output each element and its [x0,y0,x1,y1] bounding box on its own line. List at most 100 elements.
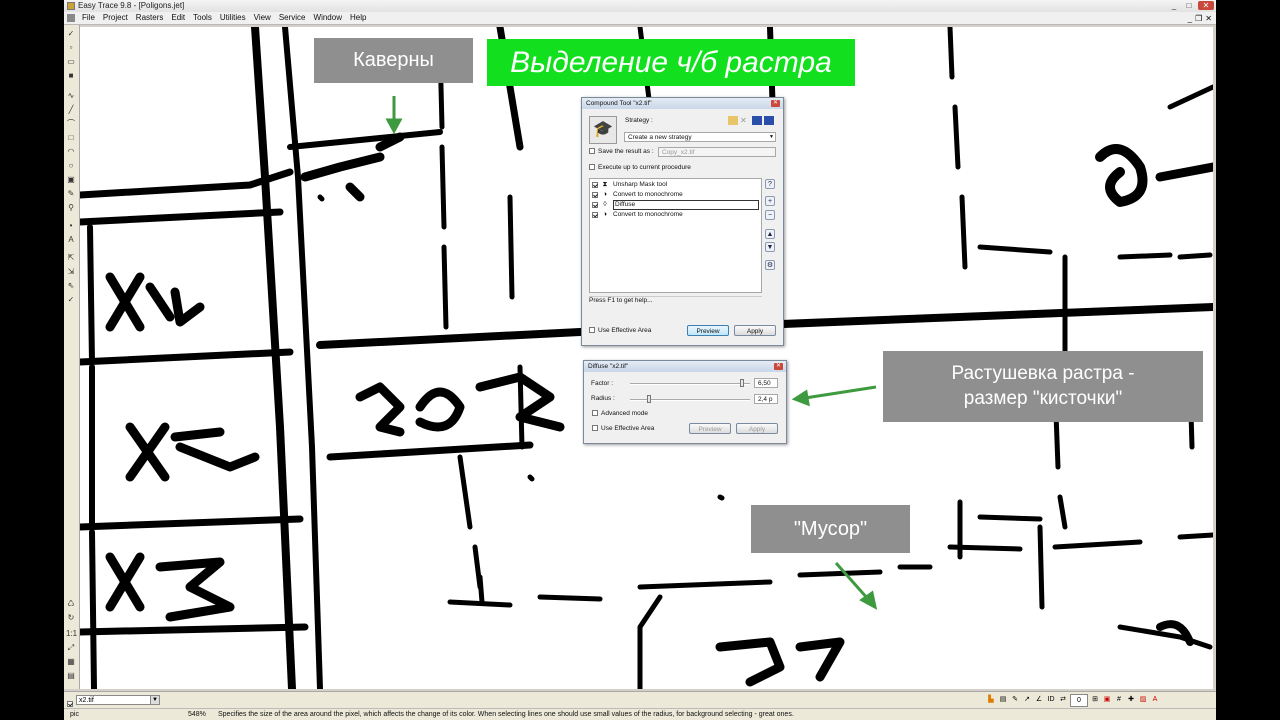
vertical-scrollbar[interactable] [1213,27,1216,689]
diffuse-use-area-row[interactable]: Use Effective Area [592,425,654,432]
arc-icon[interactable]: ◠ [66,147,76,157]
procedure-checkbox[interactable] [592,202,598,208]
fill-icon[interactable]: ▣ [66,175,76,185]
layers-icon[interactable]: ▤ [66,671,76,681]
menu-rasters[interactable]: Rasters [136,12,164,24]
diffuse-dialog-titlebar[interactable]: Diffuse "x2.tif" [584,361,786,372]
procedure-item-selected[interactable]: ◊ Diffuse [592,200,759,210]
compound-close-icon[interactable]: ✕ [771,100,780,107]
menu-window[interactable]: Window [314,12,342,24]
apply-button[interactable]: Apply [734,325,776,336]
grid-toggle-icon[interactable]: # [1114,694,1124,705]
advanced-checkbox[interactable] [592,410,598,417]
strategy-select[interactable]: Create a new strategy ▼ [624,132,776,142]
save-as-icon[interactable] [752,116,762,125]
menu-help[interactable]: Help [350,12,366,24]
help-icon[interactable]: ? [765,179,775,189]
crosshair-icon[interactable]: ✚ [1126,694,1136,705]
open-icon[interactable]: ▭ [66,57,76,67]
radius-slider[interactable] [630,395,750,404]
menu-edit[interactable]: Edit [171,12,185,24]
move-icon[interactable]: ⇲ [66,267,76,277]
hatch-icon[interactable]: ▨ [1138,694,1148,705]
maximize-button[interactable]: □ [1183,1,1195,10]
factor-slider[interactable] [630,379,750,388]
use-area-row[interactable]: Use Effective Area [589,327,651,334]
move-up-icon[interactable]: ▲ [765,229,775,239]
zoom-icon[interactable]: ⚲ [66,203,76,213]
menu-file[interactable]: File [82,12,95,24]
use-area-checkbox[interactable] [589,327,595,334]
circle-icon[interactable]: ○ [66,161,76,171]
radius-input[interactable]: 2,4 p [754,394,778,404]
mdi-close-button[interactable]: ✕ [1205,13,1212,25]
scale-icon[interactable]: 1:1 [66,629,77,639]
polyline-icon[interactable]: ∿ [66,91,76,101]
id-icon[interactable]: ID [1046,694,1056,705]
refresh-icon[interactable]: ↻ [66,613,76,623]
grid-icon[interactable]: ▦ [66,657,76,667]
radius-slider-thumb[interactable] [647,395,651,403]
line-icon[interactable]: ╱ [66,105,76,115]
remove-procedure-button[interactable]: − [765,210,775,220]
curve-icon[interactable]: ⌒ [66,119,76,129]
rectangle-icon[interactable]: □ [66,133,76,143]
move-down-icon[interactable]: ▼ [765,242,775,252]
menu-utilities[interactable]: Utilities [220,12,246,24]
procedure-checkbox[interactable] [592,192,598,198]
zoom-field[interactable]: 0 [1070,694,1088,707]
menu-service[interactable]: Service [279,12,306,24]
save-result-row[interactable]: Save the result as : [589,148,654,155]
mdi-restore-button[interactable]: ❐ [1195,13,1202,25]
document-icon[interactable] [67,14,75,22]
layer-select[interactable]: x2.tif ▼ [76,695,160,705]
new-icon[interactable]: ▫ [66,43,76,53]
menu-project[interactable]: Project [103,12,128,24]
save-result-checkbox[interactable] [589,148,595,155]
advanced-row[interactable]: Advanced mode [592,410,648,417]
text-tool-icon[interactable]: A [1150,694,1160,705]
delete-icon[interactable]: ✕ [740,116,750,125]
fit-icon[interactable]: ⤢ [66,643,76,653]
factor-slider-thumb[interactable] [740,379,744,387]
open-folder-icon[interactable] [728,116,738,125]
mdi-minimize-button[interactable]: _ [1188,13,1192,25]
chevron-down-icon[interactable]: ▼ [150,696,159,704]
page-icon[interactable]: ▣ [1102,694,1112,705]
ruler-icon[interactable]: ▤ [998,694,1008,705]
text-icon[interactable]: A [66,235,76,245]
settings-icon[interactable]: ⚙ [765,260,775,270]
procedure-item[interactable]: ◑ Convert to monochrome [592,190,683,200]
point-icon[interactable]: • [66,221,76,231]
minimize-button[interactable]: _ [1168,1,1180,10]
pick-icon[interactable]: ⇖ [66,281,76,291]
palette-icon[interactable]: ▙ [986,694,996,705]
select-icon[interactable]: ✓ [66,29,76,39]
node-icon[interactable]: ⇱ [66,253,76,263]
save-result-input[interactable]: Copy_x2.tif [658,147,776,157]
strategy-chevron-down-icon[interactable]: ▼ [769,133,774,142]
procedure-checkbox[interactable] [592,212,598,218]
diffuse-close-icon[interactable]: ✕ [774,363,783,370]
procedure-checkbox[interactable] [592,182,598,188]
diffuse-apply-button[interactable]: Apply [736,423,778,434]
add-procedure-button[interactable]: + [765,196,775,206]
menu-tools[interactable]: Tools [193,12,212,24]
factor-input[interactable]: 6,50 [754,378,778,388]
preview-button[interactable]: Preview [687,325,729,336]
procedure-item[interactable]: ⧗ Unsharp Mask tool [592,180,667,190]
save-icon[interactable]: ■ [66,71,76,81]
diffuse-use-area-checkbox[interactable] [592,425,598,432]
procedure-item[interactable]: ◑ Convert to monochrome [592,210,683,220]
angle-icon[interactable]: ∠ [1034,694,1044,705]
menu-view[interactable]: View [254,12,271,24]
brush-icon[interactable]: ✎ [66,189,76,199]
snap-icon[interactable]: ⊞ [1090,694,1100,705]
arrow-icon[interactable]: ↗ [1022,694,1032,705]
compound-dialog-titlebar[interactable]: Compound Tool "x2.tif" [582,98,783,109]
node-move-icon[interactable]: ⇄ [1058,694,1068,705]
save-strategy-icon[interactable] [764,116,774,125]
check-icon[interactable]: ✓ [66,295,76,305]
pencil-icon[interactable]: ✎ [1010,694,1020,705]
diffuse-preview-button[interactable]: Preview [689,423,731,434]
